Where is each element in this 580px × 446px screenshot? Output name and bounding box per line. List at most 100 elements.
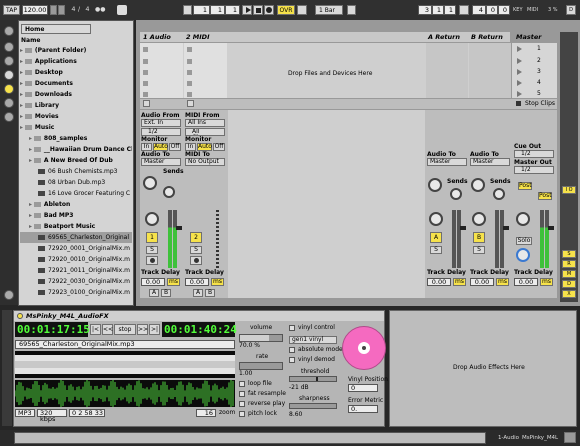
monitor-auto-2[interactable]: Auto [197, 143, 212, 151]
io-toggle[interactable]: I O [562, 186, 576, 194]
audio-to-dropdown-a[interactable]: Master [427, 158, 467, 166]
send-b-knob-1[interactable] [163, 186, 175, 198]
record-button[interactable] [264, 5, 274, 15]
master-volume-fader[interactable] [548, 226, 554, 230]
folder-icon-2[interactable] [4, 98, 14, 108]
pan-knob-b[interactable] [472, 212, 486, 226]
vinyl-control-checkbox[interactable] [289, 325, 295, 331]
browser-row[interactable]: 72923_0100_OriginalMix.m [20, 287, 132, 298]
back-button[interactable]: |< [90, 324, 101, 335]
browser-row[interactable]: ▸ Beatport Music [20, 221, 132, 232]
quant-dropdown[interactable]: 1 Bar [315, 5, 343, 15]
volume-fader-a[interactable] [460, 226, 466, 230]
key-map-label[interactable]: KEY [513, 6, 523, 14]
folder-icon[interactable] [4, 84, 14, 94]
returns-toggle[interactable]: R [562, 260, 576, 268]
scene-3[interactable]: 3 [537, 68, 541, 76]
delay-ms-button-a[interactable]: ms [453, 278, 466, 286]
vinyl-type-dropdown[interactable]: gen1 vinyl [289, 336, 337, 344]
name-column-header[interactable]: Name [21, 37, 40, 45]
loop-len-six[interactable]: 0 [498, 5, 510, 15]
clip-stop-t1-4[interactable] [143, 81, 148, 86]
clip-stop-t2-4[interactable] [187, 81, 192, 86]
scene-play-1[interactable] [517, 46, 522, 52]
midi-to-dropdown[interactable]: No Output [185, 158, 225, 166]
device-power-icon[interactable] [17, 313, 23, 319]
delay-ms-button-1[interactable]: ms [167, 278, 180, 286]
volume-fader-b[interactable] [503, 226, 509, 230]
places-icon[interactable] [4, 70, 14, 80]
browser-row[interactable]: ▸ (Parent Folder) [20, 45, 132, 56]
arm-button-1[interactable] [146, 256, 158, 265]
tempo-field[interactable]: 120.00 [22, 5, 48, 15]
stop-track2[interactable] [187, 100, 194, 107]
stop-clips-icon[interactable] [516, 101, 521, 106]
punch-button[interactable] [347, 5, 356, 15]
sharpness-slider[interactable] [289, 403, 337, 409]
send-a-knob-a[interactable] [428, 178, 442, 192]
solo-button-1[interactable]: S [146, 246, 158, 254]
waveform-overview[interactable] [15, 351, 235, 378]
clip-stop-t1-5[interactable] [143, 92, 148, 97]
browser-row[interactable]: ▸ Applications [20, 56, 132, 67]
return-title-b[interactable]: B Return [471, 33, 503, 41]
browser-row[interactable]: 16 Love Grocer Featuring C [20, 188, 132, 199]
rate-slider[interactable] [239, 362, 283, 370]
solo-cue-button[interactable]: Solo [516, 237, 532, 245]
volume-fader-1[interactable] [176, 226, 182, 230]
midi-from-dropdown[interactable]: All Ins [185, 119, 225, 127]
ff-button[interactable]: >> [137, 324, 148, 335]
tap-button[interactable]: TAP [3, 5, 20, 15]
folder-icon-3[interactable] [4, 112, 14, 122]
send-a-knob-b[interactable] [471, 178, 485, 192]
monitor-in-1[interactable]: In [141, 143, 152, 151]
clip-stop-t1-3[interactable] [143, 70, 148, 75]
pan-knob-a[interactable] [429, 212, 443, 226]
d-badge[interactable]: D [566, 5, 576, 15]
loop-switch[interactable] [459, 5, 469, 15]
cue-volume-knob[interactable] [516, 248, 530, 262]
device-stop-button[interactable]: stop [114, 324, 136, 335]
xfade-a-2[interactable]: A [193, 289, 203, 297]
midi-channel-dropdown[interactable]: All Channe [185, 128, 225, 136]
scene-4[interactable]: 4 [537, 79, 541, 87]
pos-beat-field[interactable]: 1 [210, 5, 225, 15]
audio-from-dropdown[interactable]: Ext. In [141, 119, 181, 127]
reverse-play-checkbox[interactable] [239, 401, 245, 407]
live-devices-icon[interactable] [4, 42, 14, 52]
clip-stop-t2-3[interactable] [187, 70, 192, 75]
delay-ms-button-m[interactable]: ms [540, 278, 553, 286]
cue-out-dropdown[interactable]: 1/2 [514, 150, 554, 158]
browser-row[interactable]: 72920_0010_OriginalMix.m [20, 254, 132, 265]
post-button-1[interactable]: Post [518, 182, 532, 190]
loop-len-bar[interactable]: 4 [472, 5, 486, 15]
volume-slider[interactable] [239, 334, 283, 342]
follow-icon[interactable] [117, 5, 127, 15]
play-button[interactable] [242, 5, 252, 15]
browser-row[interactable]: ▸ Documents [20, 78, 132, 89]
solo-button-b[interactable]: S [473, 246, 485, 254]
scene-2[interactable]: 2 [537, 57, 541, 65]
master-title[interactable]: Master [516, 33, 541, 41]
pos-sixteenth-field[interactable]: 1 [225, 5, 240, 15]
monitor-off-2[interactable]: Off [213, 143, 225, 151]
browser-row[interactable]: ▸ A New Breed Of Dub [20, 155, 132, 166]
file-name-field[interactable]: 69565_Charleston_OriginalMix.mp3 [15, 340, 235, 349]
audio-to-dropdown-1[interactable]: Master [141, 158, 181, 166]
clip-stop-t2-1[interactable] [187, 47, 192, 52]
send-a-knob-1[interactable] [143, 176, 157, 190]
clip-stop-t1-1[interactable] [143, 47, 148, 52]
monitor-off-1[interactable]: Off [169, 143, 181, 151]
track-title-1[interactable]: 1 Audio [143, 33, 171, 41]
midi-map-label[interactable]: MIDI [527, 6, 538, 14]
scene-play-2[interactable] [517, 58, 522, 64]
arm-button-2[interactable] [190, 256, 202, 265]
clip-stop-t2-5[interactable] [187, 92, 192, 97]
pan-knob-1[interactable] [145, 212, 159, 226]
return-title-a[interactable]: A Return [428, 33, 460, 41]
browser-row[interactable]: ▸ Downloads [20, 89, 132, 100]
stop-clips-label[interactable]: Stop Clips [525, 100, 555, 108]
loop-len-beat[interactable]: 0 [486, 5, 498, 15]
nudge-down-button[interactable] [50, 5, 57, 15]
help-icon[interactable] [4, 290, 14, 300]
